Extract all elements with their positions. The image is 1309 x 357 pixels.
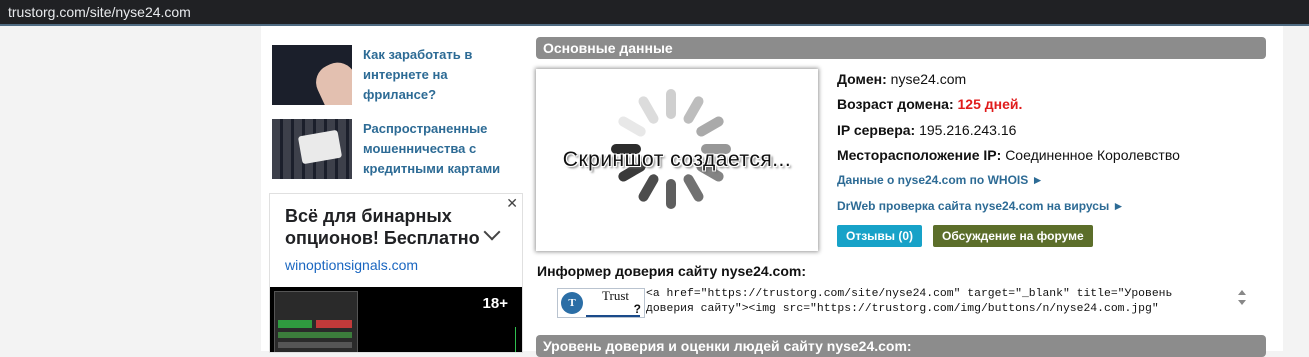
domain-age-label: Возраст домена:	[837, 96, 954, 112]
browser-address-bar[interactable]: trustorg.com/site/nyse24.com	[0, 0, 1309, 26]
trust-badge-word: Trust	[602, 288, 629, 303]
article-title[interactable]: Распространенные мошенничества с кредитн…	[363, 119, 513, 179]
ad-domain-link[interactable]: winoptionsignals.com	[285, 257, 418, 273]
ip-location-value: Соединенное Королевство	[1005, 147, 1180, 163]
ip-location-row: Месторасположение IP: Соединенное Короле…	[837, 147, 1180, 163]
domain-age-value: 125 дней.	[957, 96, 1023, 112]
trust-logo-icon: T	[561, 292, 583, 314]
section-header-main: Основные данные	[536, 37, 1266, 59]
address-url[interactable]: trustorg.com/site/nyse24.com	[8, 4, 191, 20]
section-header-trust: Уровень доверия и оценки людей сайту nys…	[536, 335, 1266, 357]
domain-row: Домен: nyse24.com	[837, 71, 966, 87]
code-scroll-arrows-icon[interactable]	[1236, 288, 1246, 314]
forum-discussion-button[interactable]: Обсуждение на форуме	[933, 225, 1093, 247]
reviews-button[interactable]: Отзывы (0)	[837, 225, 923, 247]
screenshot-status-text: Скриншот создается...	[562, 148, 792, 171]
ip-location-label: Месторасположение IP:	[837, 147, 1002, 163]
trading-panel-graphic	[274, 291, 358, 352]
article-thumbnail[interactable]	[272, 119, 352, 179]
trust-badge-image[interactable]: T Trust ?	[557, 288, 645, 318]
article-item[interactable]: Как заработать в интернете на фрилансе?	[272, 45, 512, 107]
article-item[interactable]: Распространенные мошенничества с кредитн…	[272, 119, 512, 181]
trust-badge-mark: ?	[633, 302, 641, 316]
whois-link[interactable]: Данные о nyse24.com по WHOIS ►	[837, 173, 1043, 187]
ad-close-icon[interactable]: ✕	[506, 195, 518, 212]
informer-label: Информер доверия сайту nyse24.com:	[537, 263, 807, 279]
ad-image[interactable]: 18+	[270, 287, 522, 352]
age-badge: 18+	[482, 295, 508, 312]
ip-row: IP сервера: 195.216.243.16	[837, 122, 1016, 138]
domain-value: nyse24.com	[890, 71, 967, 87]
ip-label: IP сервера:	[837, 122, 916, 138]
site-screenshot-placeholder: Скриншот создается...	[536, 69, 818, 251]
informer-code-textarea[interactable]: <a href="https://trustorg.com/site/nyse2…	[646, 287, 1246, 320]
drweb-link[interactable]: DrWeb проверка сайта nyse24.com на вирус…	[837, 199, 1124, 213]
page-content: Как заработать в интернете на фрилансе? …	[261, 26, 1283, 357]
domain-label: Домен:	[837, 71, 887, 87]
domain-age-row: Возраст домена: 125 дней.	[837, 96, 1022, 112]
article-title[interactable]: Как заработать в интернете на фрилансе?	[363, 45, 513, 105]
advertisement[interactable]: ✕ Всё для бинарных опционов! Бесплатно w…	[269, 193, 523, 353]
ip-value: 195.216.243.16	[919, 122, 1017, 138]
article-thumbnail[interactable]	[272, 45, 352, 105]
ad-headline[interactable]: Всё для бинарных опционов! Бесплатно	[285, 205, 500, 249]
